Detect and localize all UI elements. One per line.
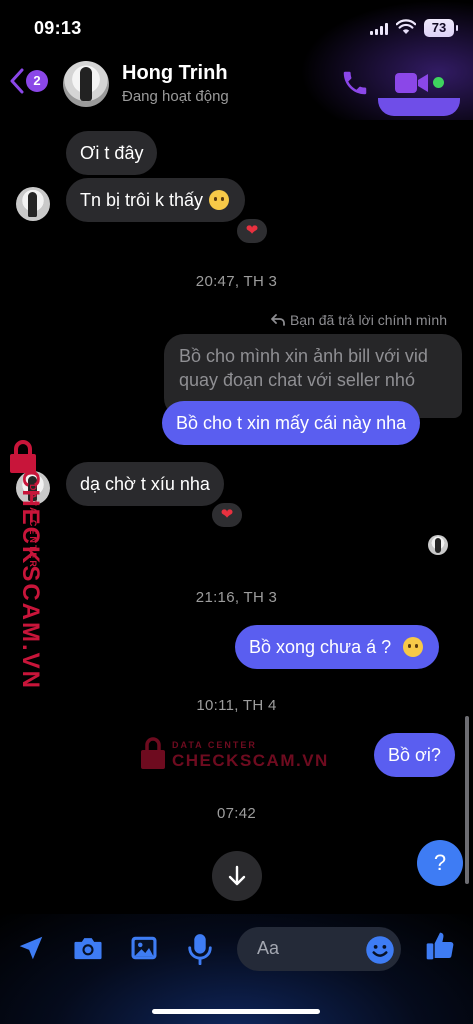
arrow-down-icon xyxy=(228,865,246,886)
message-text: Tn bị trôi k thấy xyxy=(80,190,204,210)
read-receipt-avatar xyxy=(428,535,448,555)
lock-watermark-icon xyxy=(141,737,165,769)
emoji-icon[interactable] xyxy=(365,935,395,965)
home-indicator xyxy=(152,1009,320,1014)
heart-reaction-icon[interactable]: ❤ xyxy=(235,217,269,245)
reply-arrow-icon xyxy=(271,314,285,326)
message-bubble[interactable]: Bồ cho t xin mấy cái này nha xyxy=(162,401,421,445)
microphone-icon[interactable] xyxy=(186,933,214,965)
back-button[interactable]: 2 xyxy=(10,68,48,94)
message-bubble[interactable]: Bồ xong chưa á ? xyxy=(235,625,440,669)
watermark-tagline: DATA CENTER xyxy=(172,740,257,750)
contact-avatar[interactable] xyxy=(63,61,109,107)
online-status-dot xyxy=(433,77,444,88)
contact-status: Đang hoạt động xyxy=(122,88,229,105)
status-time: 09:13 xyxy=(34,18,82,38)
message-bubble[interactable]: Tn bị trôi k thấy xyxy=(66,178,246,222)
phone-call-icon[interactable] xyxy=(340,68,370,98)
gallery-icon[interactable] xyxy=(129,933,159,963)
heart-reaction-icon[interactable]: ❤ xyxy=(210,501,244,529)
lock-watermark-icon xyxy=(10,440,36,473)
unread-count-badge: 2 xyxy=(26,70,48,92)
scroll-to-bottom-button[interactable] xyxy=(212,851,262,901)
timestamp: 20:47, TH 3 xyxy=(195,273,278,290)
timestamp: 07:42 xyxy=(216,805,257,822)
timestamp: 10:11, TH 4 xyxy=(196,697,277,714)
message-bubble[interactable]: dạ chờ t xíu nha xyxy=(66,462,224,506)
help-button[interactable]: ? xyxy=(417,840,463,886)
watermark-brand: CHECKSCAM.VN xyxy=(172,751,329,770)
watermark-brand: CHECKSCAM.VN xyxy=(17,470,44,691)
pleading-face-emoji-icon xyxy=(403,637,424,657)
message-input-placeholder: Aa xyxy=(257,938,280,958)
chevron-left-icon xyxy=(10,68,24,94)
camera-icon[interactable] xyxy=(72,933,104,963)
timestamp: 21:16, TH 3 xyxy=(195,589,278,606)
message-composer: Aa xyxy=(0,914,473,1024)
message-text: Bồ xong chưa á ? xyxy=(249,637,392,657)
contact-name[interactable]: Hong Trinh xyxy=(122,62,228,85)
scrollbar[interactable] xyxy=(465,716,469,884)
message-bubble[interactable]: Bồ ơi? xyxy=(374,733,455,777)
face-holding-back-tears-emoji-icon xyxy=(209,190,230,210)
send-location-icon[interactable] xyxy=(16,933,46,963)
message-bubble[interactable]: Ơi t đây xyxy=(66,131,158,175)
video-call-icon[interactable] xyxy=(394,71,430,95)
like-icon[interactable] xyxy=(424,930,456,962)
reply-note: Bạn đã trả lời chính mình xyxy=(271,312,447,328)
sender-avatar[interactable] xyxy=(16,187,50,221)
watermark-vertical: DATA CENTER CHECKSCAM.VN xyxy=(4,440,48,690)
previous-message-bubble-edge xyxy=(378,98,460,116)
reply-note-text: Bạn đã trả lời chính mình xyxy=(289,312,447,328)
